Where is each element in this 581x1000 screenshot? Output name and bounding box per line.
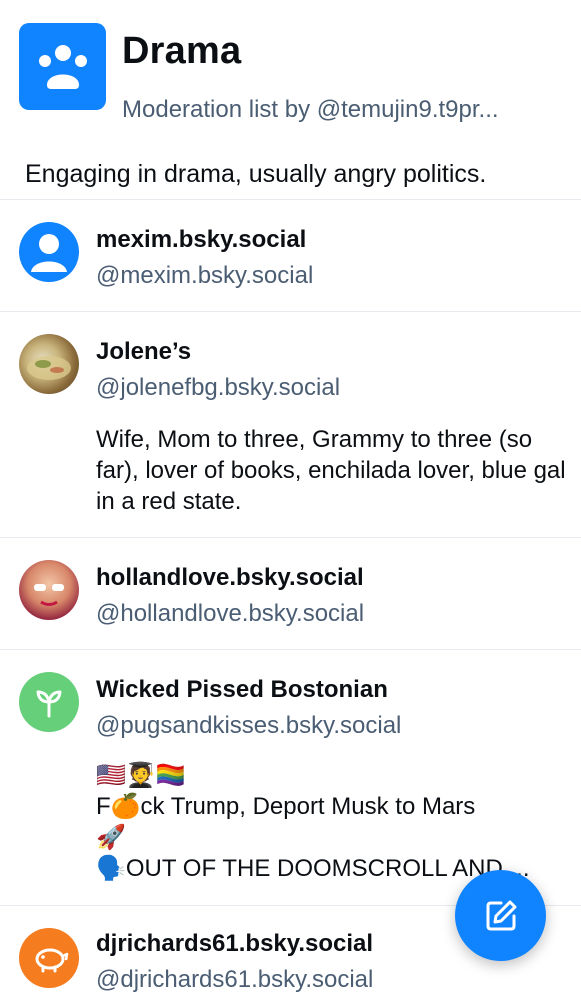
list-description: Engaging in drama, usually angry politic… bbox=[25, 160, 487, 188]
member-handle: @jolenefbg.bsky.social bbox=[96, 374, 341, 401]
member-handle: @mexim.bsky.social bbox=[96, 262, 314, 289]
member-handle: @hollandlove.bsky.social bbox=[96, 600, 365, 627]
list-item[interactable]: Wicked Pissed Bostonian @pugsandkisses.b… bbox=[0, 650, 581, 906]
list-item[interactable]: Jolene’s @jolenefbg.bsky.social Wife, Mo… bbox=[0, 312, 581, 538]
avatar[interactable] bbox=[19, 928, 79, 988]
people-group-icon bbox=[38, 44, 87, 89]
member-name: Wicked Pissed Bostonian bbox=[96, 676, 388, 703]
compose-button[interactable] bbox=[455, 870, 546, 961]
person-photo-icon bbox=[34, 584, 64, 606]
member-bio: Wife, Mom to three, Grammy to three (so … bbox=[96, 426, 566, 515]
avatar[interactable] bbox=[19, 560, 79, 620]
food-photo-icon bbox=[27, 356, 71, 380]
avatar[interactable] bbox=[19, 334, 79, 394]
list-title: Drama bbox=[122, 30, 242, 72]
member-bio-line: 🚀 bbox=[96, 824, 126, 851]
list-subtitle[interactable]: Moderation list by @temujin9.t9pr... bbox=[122, 96, 567, 124]
compose-icon bbox=[486, 900, 516, 930]
list-header: Drama Moderation list by @temujin9.t9pr.… bbox=[0, 0, 581, 200]
member-name: Jolene’s bbox=[96, 338, 192, 365]
member-name: djrichards61.bsky.social bbox=[96, 930, 374, 957]
member-handle: @djrichards61.bsky.social bbox=[96, 966, 374, 993]
member-bio-line: 🇺🇸🧑‍🎓🏳️‍🌈 bbox=[96, 762, 186, 789]
piggy-bank-icon bbox=[35, 948, 69, 973]
list-item[interactable]: mexim.bsky.social @mexim.bsky.social bbox=[0, 200, 581, 312]
member-handle: @pugsandkisses.bsky.social bbox=[96, 712, 402, 739]
member-name: mexim.bsky.social bbox=[96, 226, 307, 253]
member-name: hollandlove.bsky.social bbox=[96, 564, 364, 591]
list-avatar bbox=[19, 23, 106, 110]
default-person-icon bbox=[31, 234, 67, 272]
member-bio-line: F🍊ck Trump, Deport Musk to Mars bbox=[96, 793, 476, 820]
avatar[interactable] bbox=[19, 672, 79, 732]
sprout-icon bbox=[36, 690, 62, 718]
avatar[interactable] bbox=[19, 222, 79, 282]
list-item[interactable]: hollandlove.bsky.social @hollandlove.bsk… bbox=[0, 538, 581, 650]
